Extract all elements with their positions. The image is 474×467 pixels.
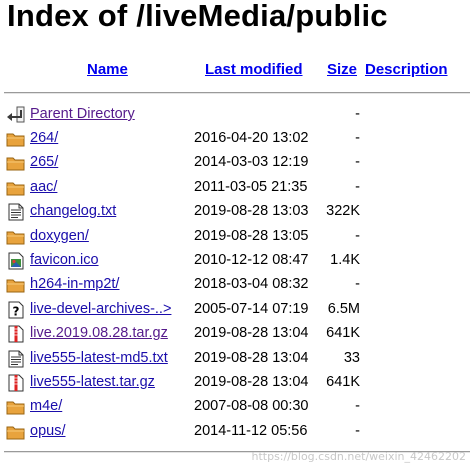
file-row: 265/2014-03-03 12:19 -: [0, 151, 474, 175]
last-modified-value: 2005-07-14 07:19: [194, 300, 309, 317]
watermark-text: https://blog.csdn.net/weixin_42462202: [251, 450, 466, 463]
column-description-link[interactable]: Description: [365, 61, 448, 78]
folder-icon: [6, 228, 26, 246]
parent-size: -: [355, 106, 360, 122]
text-file-icon: [6, 203, 26, 221]
parent-directory-row: Parent Directory -: [0, 103, 474, 127]
parent-directory-link[interactable]: Parent Directory: [30, 106, 135, 122]
folder-icon: [6, 398, 26, 416]
compressed-file-icon: [6, 325, 26, 343]
last-modified-value: 2019-08-28 13:04: [194, 374, 309, 390]
last-modified-value: 2014-11-12 05:56: [194, 422, 308, 439]
size-value: 641K: [326, 374, 360, 390]
file-row: m4e/2007-08-08 00:30 -: [0, 395, 474, 419]
size-value: 33: [343, 349, 360, 366]
last-modified-value: 2019-08-28 13:04: [194, 349, 309, 366]
size-value: 1.4K: [330, 252, 360, 268]
file-name-link[interactable]: live-devel-archives-..>: [30, 301, 171, 317]
unknown-file-icon: ?: [6, 301, 26, 319]
folder-icon: [6, 179, 26, 197]
file-row: opus/2014-11-12 05:56 -: [0, 420, 474, 444]
size-value: 6.5M: [327, 300, 360, 317]
header-divider: [4, 92, 470, 94]
folder-icon: [6, 130, 26, 148]
size-value: -: [355, 130, 360, 146]
last-modified-value: 2007-08-08 00:30: [194, 398, 309, 415]
file-row: doxygen/2019-08-28 13:05 -: [0, 225, 474, 249]
file-name-link[interactable]: live555-latest-md5.txt: [30, 350, 168, 366]
file-row: live555-latest-md5.txt 2019-08-28 13:04 33: [0, 347, 474, 371]
last-modified-value: 2016-04-20 13:02: [194, 130, 309, 146]
last-modified-value: 2019-08-28 13:03: [194, 203, 309, 220]
last-modified-value: 2018-03-04 08:32: [194, 276, 309, 293]
folder-icon: [6, 276, 26, 294]
last-modified-value: 2019-08-28 13:05: [194, 227, 309, 244]
back-arrow-icon: [6, 106, 26, 124]
folder-icon: [6, 154, 26, 172]
file-name-link[interactable]: 264/: [30, 130, 58, 146]
file-row: favicon.ico 2010-12-12 08:47 1.4K: [0, 249, 474, 273]
file-name-link[interactable]: changelog.txt: [30, 203, 116, 219]
column-last-modified-link[interactable]: Last modified: [205, 61, 303, 78]
size-value: -: [355, 398, 360, 415]
svg-text:?: ?: [13, 304, 20, 318]
file-name-link[interactable]: opus/: [30, 423, 65, 439]
compressed-file-icon: [6, 374, 26, 392]
file-row: 264/2016-04-20 13:02 -: [0, 127, 474, 151]
size-value: -: [355, 422, 360, 439]
size-value: 641K: [326, 325, 360, 342]
file-name-link[interactable]: favicon.ico: [30, 252, 99, 268]
column-size-link[interactable]: Size: [327, 61, 357, 78]
size-value: 322K: [326, 203, 360, 220]
column-name-link[interactable]: Name: [87, 61, 128, 78]
page-title: Index of /liveMedia/public: [7, 0, 388, 33]
file-name-link[interactable]: live555-latest.tar.gz: [30, 374, 155, 390]
text-file-icon: [6, 350, 26, 368]
file-name-link[interactable]: doxygen/: [30, 228, 89, 244]
file-row: ? live-devel-archives-..> 2005-07-14 07:19…: [0, 298, 474, 322]
file-row: aac/2011-03-05 21:35 -: [0, 176, 474, 200]
file-name-link[interactable]: m4e/: [30, 398, 62, 414]
last-modified-value: 2019-08-28 13:04: [194, 325, 309, 342]
size-value: -: [355, 276, 360, 293]
file-name-link[interactable]: aac/: [30, 179, 57, 195]
file-row: live.2019.08.28.tar.gz 2019-08-28 13:04 64…: [0, 322, 474, 346]
file-row: live555-latest.tar.gz 2019-08-28 13:04 641…: [0, 371, 474, 395]
file-name-link[interactable]: 265/: [30, 154, 58, 170]
image-file-icon: [6, 252, 26, 270]
file-row: changelog.txt 2019-08-28 13:03 322K: [0, 200, 474, 224]
last-modified-value: 2011-03-05 21:35: [194, 178, 308, 195]
folder-icon: [6, 423, 26, 441]
size-value: -: [355, 154, 360, 171]
last-modified-value: 2010-12-12 08:47: [194, 252, 309, 268]
last-modified-value: 2014-03-03 12:19: [194, 154, 309, 171]
size-value: -: [355, 178, 360, 195]
file-name-link[interactable]: live.2019.08.28.tar.gz: [30, 325, 168, 341]
size-value: -: [355, 227, 360, 244]
file-row: h264-in-mp2t/2018-03-04 08:32 -: [0, 273, 474, 297]
file-name-link[interactable]: h264-in-mp2t/: [30, 276, 119, 292]
